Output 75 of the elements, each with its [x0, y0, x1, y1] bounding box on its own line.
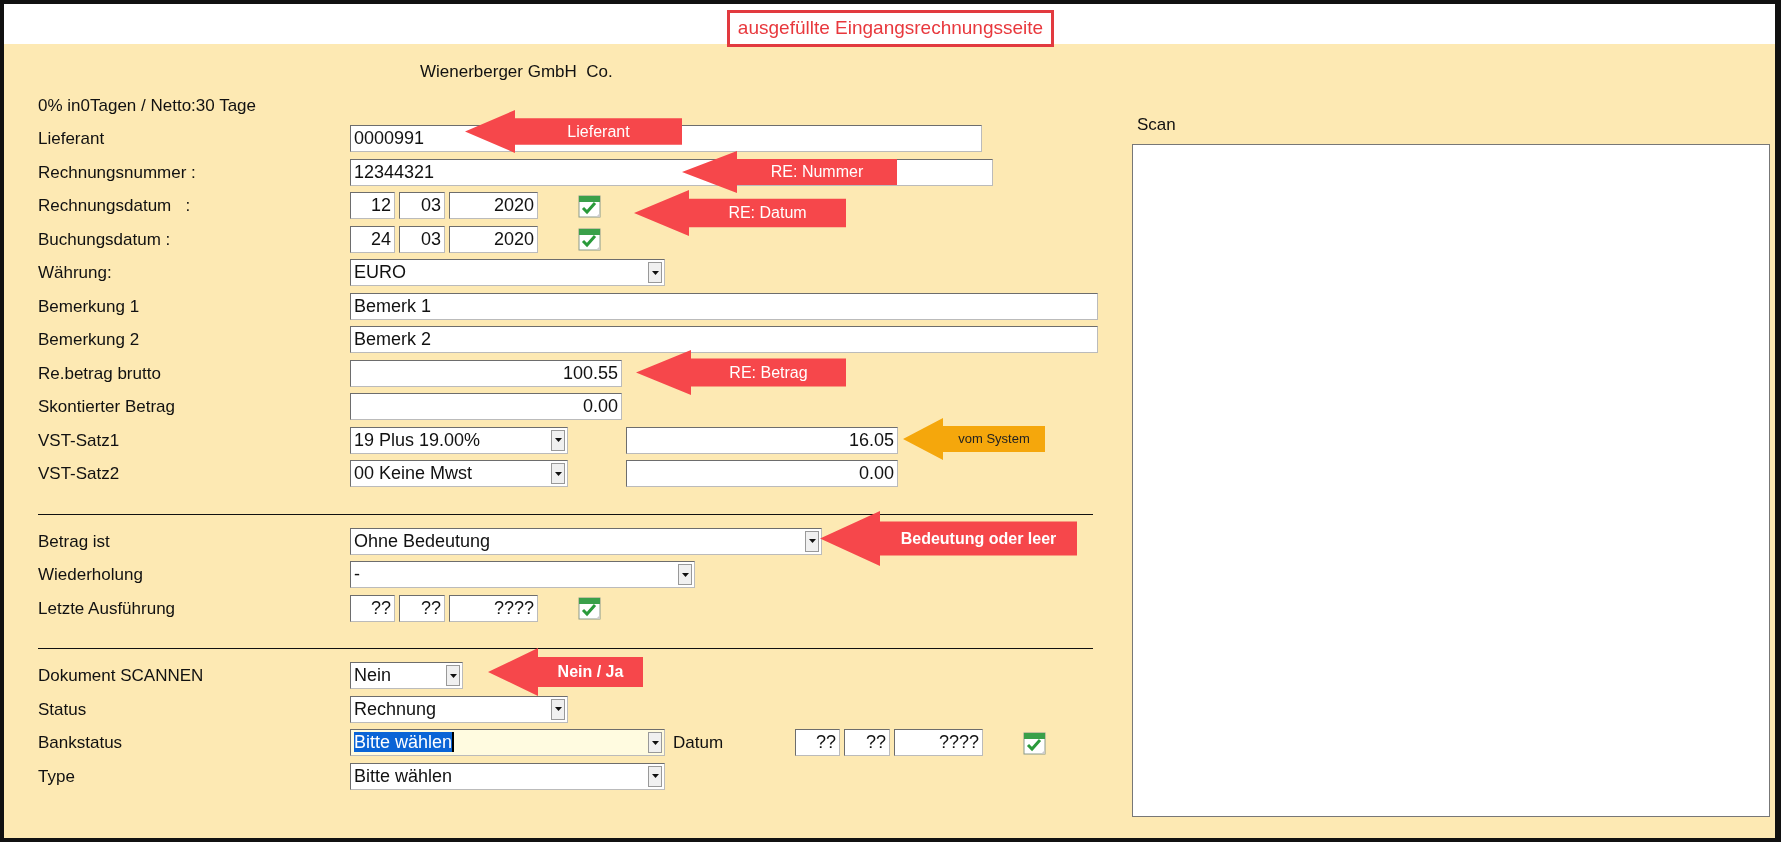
- select-field[interactable]: Ohne Bedeutung: [350, 527, 822, 555]
- field-label: VST-Satz1: [38, 429, 121, 452]
- select-field[interactable]: Rechnung: [350, 695, 568, 723]
- year-field[interactable]: 2020: [449, 192, 538, 220]
- field-label: Letzte Ausführung: [38, 597, 177, 620]
- annotation-tooltip: Nein / Ja: [488, 648, 643, 696]
- field-label: Betrag ist: [38, 530, 111, 553]
- amount-field[interactable]: 100.55: [350, 359, 622, 387]
- caret-icon: [554, 438, 562, 443]
- caret-icon: [554, 471, 562, 476]
- amount-field[interactable]: 0.00: [626, 460, 898, 488]
- calendar-icon[interactable]: [576, 594, 604, 623]
- caret-icon: [449, 673, 457, 678]
- select-field[interactable]: Bitte wählen: [350, 762, 665, 790]
- field-label: Buchungsdatum :: [38, 228, 172, 251]
- annotation-tooltip: RE: Datum: [634, 190, 846, 236]
- dropdown-button[interactable]: [551, 429, 565, 451]
- day-field[interactable]: ??: [795, 729, 840, 757]
- day-field[interactable]: ??: [350, 594, 395, 622]
- dropdown-button[interactable]: [805, 530, 819, 552]
- select-field[interactable]: -: [350, 561, 695, 589]
- dropdown-button[interactable]: [551, 463, 565, 485]
- amount-field[interactable]: 0.00: [350, 393, 622, 421]
- annotation-tooltip: vom System: [903, 418, 1045, 460]
- day-field[interactable]: 24: [350, 225, 395, 253]
- dropdown-button[interactable]: [446, 665, 460, 687]
- day-field[interactable]: 12: [350, 192, 395, 220]
- dropdown-button[interactable]: [678, 564, 692, 586]
- caret-icon: [651, 270, 659, 275]
- select-field[interactable]: 00 Keine Mwst: [350, 460, 568, 488]
- annotation-tooltip: RE: Betrag: [636, 350, 846, 395]
- field-label: Datum: [673, 732, 725, 754]
- field-label: Lieferant: [38, 128, 106, 150]
- month-field[interactable]: 03: [399, 225, 445, 253]
- amount-field[interactable]: 16.05: [626, 426, 898, 454]
- month-field[interactable]: 03: [399, 192, 445, 220]
- select-field[interactable]: Bitte wählen: [350, 729, 665, 757]
- field-label: Rechnungsdatum :: [38, 195, 192, 217]
- select-field[interactable]: Nein: [350, 662, 463, 690]
- field-label: Status: [38, 698, 88, 721]
- field-label: Skontierter Betrag: [38, 396, 176, 418]
- field-label: Bemerkung 2: [38, 329, 141, 351]
- year-field[interactable]: ????: [894, 729, 983, 757]
- year-field[interactable]: ????: [449, 594, 538, 622]
- input-field[interactable]: Bemerk 1: [350, 292, 1098, 320]
- year-field[interactable]: 2020: [449, 225, 538, 253]
- month-field[interactable]: ??: [399, 594, 445, 622]
- select-field[interactable]: EURO: [350, 259, 665, 287]
- field-label: Bemerkung 1: [38, 295, 141, 318]
- caret-icon: [651, 740, 659, 745]
- payment-terms: 0% in0Tagen / Netto:30 Tage: [38, 94, 256, 117]
- field-label: Währung:: [38, 262, 113, 284]
- company-name: Wienerberger GmbH Co.: [419, 61, 613, 83]
- input-field[interactable]: Bemerk 2: [350, 326, 1098, 354]
- dropdown-button[interactable]: [648, 262, 662, 284]
- caret-icon: [554, 707, 562, 712]
- calendar-icon[interactable]: [576, 225, 604, 254]
- dropdown-button[interactable]: [648, 765, 662, 787]
- field-label: Wiederholung: [38, 564, 144, 586]
- annotation-tooltip: Bedeutung oder leer: [820, 511, 1077, 566]
- field-label: Type: [38, 765, 76, 788]
- caret-icon: [681, 572, 689, 577]
- field-label: Bankstatus: [38, 732, 124, 754]
- dropdown-button[interactable]: [648, 732, 662, 754]
- scan-label: Scan: [1137, 114, 1177, 136]
- field-label: Dokument SCANNEN: [38, 665, 205, 687]
- month-field[interactable]: ??: [844, 729, 890, 757]
- caret-icon: [651, 774, 659, 779]
- select-field[interactable]: 19 Plus 19.00%: [350, 426, 568, 454]
- page-title: ausgefüllte Eingangsrechnungsseite: [726, 10, 1055, 47]
- field-label: Re.betrag brutto: [38, 362, 162, 385]
- field-label: VST-Satz2: [38, 463, 121, 485]
- dropdown-button[interactable]: [551, 698, 565, 720]
- field-label: Rechnungsnummer :: [38, 161, 197, 184]
- caret-icon: [808, 539, 816, 544]
